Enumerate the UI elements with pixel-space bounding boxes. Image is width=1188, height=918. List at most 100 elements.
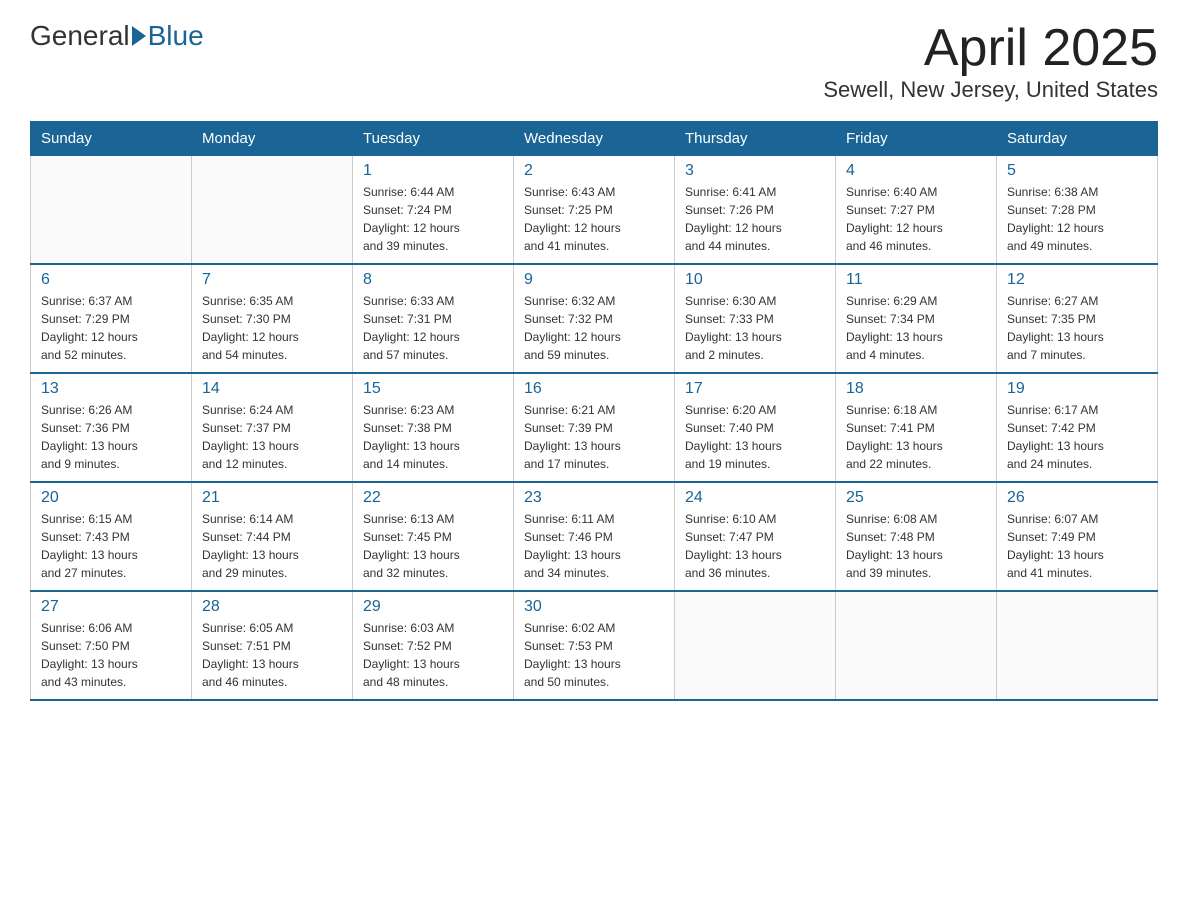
day-info: Sunrise: 6:44 AM Sunset: 7:24 PM Dayligh… (363, 183, 503, 255)
day-info: Sunrise: 6:27 AM Sunset: 7:35 PM Dayligh… (1007, 292, 1147, 364)
calendar-table: SundayMondayTuesdayWednesdayThursdayFrid… (30, 121, 1158, 701)
calendar-cell: 14 Sunrise: 6:24 AM Sunset: 7:37 PM Dayli… (192, 373, 353, 482)
calendar-cell: 26 Sunrise: 6:07 AM Sunset: 7:49 PM Dayli… (997, 482, 1158, 591)
day-info: Sunrise: 6:03 AM Sunset: 7:52 PM Dayligh… (363, 619, 503, 691)
day-info: Sunrise: 6:11 AM Sunset: 7:46 PM Dayligh… (524, 510, 664, 582)
title-block: April 2025 Sewell, New Jersey, United St… (823, 20, 1158, 103)
calendar-cell: 15 Sunrise: 6:23 AM Sunset: 7:38 PM Dayli… (353, 373, 514, 482)
day-number: 3 (685, 162, 825, 180)
calendar-cell: 21 Sunrise: 6:14 AM Sunset: 7:44 PM Dayli… (192, 482, 353, 591)
day-number: 14 (202, 380, 342, 398)
day-number: 19 (1007, 380, 1147, 398)
day-number: 5 (1007, 162, 1147, 180)
day-number: 29 (363, 598, 503, 616)
header-monday: Monday (192, 122, 353, 156)
calendar-cell: 24 Sunrise: 6:10 AM Sunset: 7:47 PM Dayli… (675, 482, 836, 591)
logo-arrow-icon (132, 26, 146, 46)
day-info: Sunrise: 6:20 AM Sunset: 7:40 PM Dayligh… (685, 401, 825, 473)
header-sunday: Sunday (31, 122, 192, 156)
day-info: Sunrise: 6:05 AM Sunset: 7:51 PM Dayligh… (202, 619, 342, 691)
day-info: Sunrise: 6:07 AM Sunset: 7:49 PM Dayligh… (1007, 510, 1147, 582)
day-info: Sunrise: 6:33 AM Sunset: 7:31 PM Dayligh… (363, 292, 503, 364)
day-number: 17 (685, 380, 825, 398)
day-info: Sunrise: 6:24 AM Sunset: 7:37 PM Dayligh… (202, 401, 342, 473)
day-info: Sunrise: 6:13 AM Sunset: 7:45 PM Dayligh… (363, 510, 503, 582)
calendar-cell: 29 Sunrise: 6:03 AM Sunset: 7:52 PM Dayli… (353, 591, 514, 700)
day-info: Sunrise: 6:23 AM Sunset: 7:38 PM Dayligh… (363, 401, 503, 473)
day-number: 16 (524, 380, 664, 398)
header-saturday: Saturday (997, 122, 1158, 156)
calendar-cell: 16 Sunrise: 6:21 AM Sunset: 7:39 PM Dayli… (514, 373, 675, 482)
calendar-cell: 13 Sunrise: 6:26 AM Sunset: 7:36 PM Dayli… (31, 373, 192, 482)
calendar-cell: 19Sunrise: 6:17 AM Sunset: 7:42 PM Dayli… (997, 373, 1158, 482)
day-number: 9 (524, 271, 664, 289)
calendar-week-row: 20Sunrise: 6:15 AM Sunset: 7:43 PM Dayli… (31, 482, 1158, 591)
day-number: 6 (41, 271, 181, 289)
day-number: 22 (363, 489, 503, 507)
day-number: 8 (363, 271, 503, 289)
day-info: Sunrise: 6:21 AM Sunset: 7:39 PM Dayligh… (524, 401, 664, 473)
month-title: April 2025 (823, 20, 1158, 77)
day-info: Sunrise: 6:14 AM Sunset: 7:44 PM Dayligh… (202, 510, 342, 582)
day-info: Sunrise: 6:32 AM Sunset: 7:32 PM Dayligh… (524, 292, 664, 364)
calendar-cell: 27 Sunrise: 6:06 AM Sunset: 7:50 PM Dayli… (31, 591, 192, 700)
calendar-cell (31, 156, 192, 265)
calendar-cell: 6 Sunrise: 6:37 AM Sunset: 7:29 PM Daylig… (31, 264, 192, 373)
day-info: Sunrise: 6:08 AM Sunset: 7:48 PM Dayligh… (846, 510, 986, 582)
calendar-cell: 11 Sunrise: 6:29 AM Sunset: 7:34 PM Dayli… (836, 264, 997, 373)
day-number: 4 (846, 162, 986, 180)
day-number: 28 (202, 598, 342, 616)
day-number: 13 (41, 380, 181, 398)
day-number: 11 (846, 271, 986, 289)
day-number: 15 (363, 380, 503, 398)
calendar-cell: 20Sunrise: 6:15 AM Sunset: 7:43 PM Dayli… (31, 482, 192, 591)
calendar-week-row: 13 Sunrise: 6:26 AM Sunset: 7:36 PM Dayli… (31, 373, 1158, 482)
calendar-cell (675, 591, 836, 700)
calendar-cell: 10Sunrise: 6:30 AM Sunset: 7:33 PM Dayli… (675, 264, 836, 373)
day-info: Sunrise: 6:43 AM Sunset: 7:25 PM Dayligh… (524, 183, 664, 255)
calendar-cell: 25 Sunrise: 6:08 AM Sunset: 7:48 PM Dayli… (836, 482, 997, 591)
day-number: 23 (524, 489, 664, 507)
day-number: 12 (1007, 271, 1147, 289)
calendar-cell: 8 Sunrise: 6:33 AM Sunset: 7:31 PM Daylig… (353, 264, 514, 373)
calendar-cell: 2Sunrise: 6:43 AM Sunset: 7:25 PM Daylig… (514, 156, 675, 265)
logo-general-text: General (30, 20, 130, 52)
day-number: 26 (1007, 489, 1147, 507)
day-info: Sunrise: 6:41 AM Sunset: 7:26 PM Dayligh… (685, 183, 825, 255)
day-info: Sunrise: 6:37 AM Sunset: 7:29 PM Dayligh… (41, 292, 181, 364)
day-info: Sunrise: 6:18 AM Sunset: 7:41 PM Dayligh… (846, 401, 986, 473)
calendar-week-row: 27 Sunrise: 6:06 AM Sunset: 7:50 PM Dayli… (31, 591, 1158, 700)
day-number: 24 (685, 489, 825, 507)
day-info: Sunrise: 6:29 AM Sunset: 7:34 PM Dayligh… (846, 292, 986, 364)
day-number: 25 (846, 489, 986, 507)
header-wednesday: Wednesday (514, 122, 675, 156)
day-info: Sunrise: 6:10 AM Sunset: 7:47 PM Dayligh… (685, 510, 825, 582)
calendar-cell: 4 Sunrise: 6:40 AM Sunset: 7:27 PM Daylig… (836, 156, 997, 265)
calendar-cell (997, 591, 1158, 700)
calendar-week-row: 1Sunrise: 6:44 AM Sunset: 7:24 PM Daylig… (31, 156, 1158, 265)
calendar-cell: 9 Sunrise: 6:32 AM Sunset: 7:32 PM Daylig… (514, 264, 675, 373)
calendar-cell: 23 Sunrise: 6:11 AM Sunset: 7:46 PM Dayli… (514, 482, 675, 591)
calendar-cell: 1Sunrise: 6:44 AM Sunset: 7:24 PM Daylig… (353, 156, 514, 265)
header-friday: Friday (836, 122, 997, 156)
day-info: Sunrise: 6:40 AM Sunset: 7:27 PM Dayligh… (846, 183, 986, 255)
day-info: Sunrise: 6:26 AM Sunset: 7:36 PM Dayligh… (41, 401, 181, 473)
day-number: 10 (685, 271, 825, 289)
calendar-header-row: SundayMondayTuesdayWednesdayThursdayFrid… (31, 122, 1158, 156)
calendar-cell: 3 Sunrise: 6:41 AM Sunset: 7:26 PM Daylig… (675, 156, 836, 265)
calendar-cell: 18 Sunrise: 6:18 AM Sunset: 7:41 PM Dayli… (836, 373, 997, 482)
day-number: 18 (846, 380, 986, 398)
day-info: Sunrise: 6:06 AM Sunset: 7:50 PM Dayligh… (41, 619, 181, 691)
calendar-cell (192, 156, 353, 265)
day-info: Sunrise: 6:15 AM Sunset: 7:43 PM Dayligh… (41, 510, 181, 582)
day-number: 27 (41, 598, 181, 616)
logo-blue-text: Blue (148, 20, 204, 52)
location-title: Sewell, New Jersey, United States (823, 77, 1158, 103)
calendar-cell: 28 Sunrise: 6:05 AM Sunset: 7:51 PM Dayli… (192, 591, 353, 700)
calendar-cell: 30Sunrise: 6:02 AM Sunset: 7:53 PM Dayli… (514, 591, 675, 700)
logo[interactable]: General Blue (30, 20, 204, 52)
calendar-cell: 17 Sunrise: 6:20 AM Sunset: 7:40 PM Dayli… (675, 373, 836, 482)
calendar-cell (836, 591, 997, 700)
day-info: Sunrise: 6:38 AM Sunset: 7:28 PM Dayligh… (1007, 183, 1147, 255)
day-number: 21 (202, 489, 342, 507)
